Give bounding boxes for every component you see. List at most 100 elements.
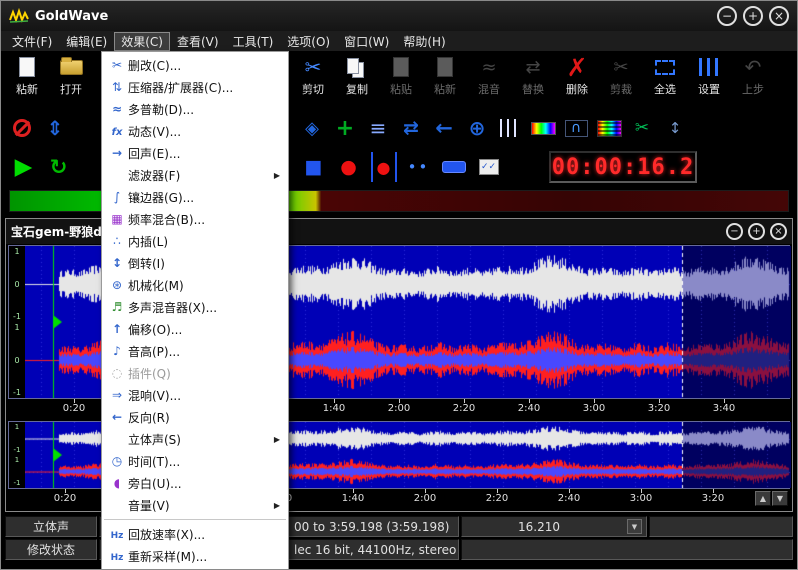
close-button[interactable]: × bbox=[769, 6, 789, 26]
axis-label: -1 bbox=[14, 446, 21, 454]
menu-item-compressor-expander[interactable]: 压缩器/扩展器(C)... bbox=[102, 76, 288, 98]
invert-icon bbox=[106, 256, 128, 270]
menu-item-doppler[interactable]: 多普勒(D)... bbox=[102, 98, 288, 120]
toolbar-button-select-all[interactable]: 全选 bbox=[643, 53, 687, 107]
timeline-label: 2:00 bbox=[388, 403, 410, 414]
menubar-item-options[interactable]: 选项(O) bbox=[280, 32, 337, 51]
timeline-label: 2:40 bbox=[558, 493, 580, 504]
axis-label: 1 bbox=[15, 456, 19, 464]
checklist-icon[interactable] bbox=[472, 152, 505, 182]
menubar-item-window[interactable]: 窗口(W) bbox=[337, 32, 396, 51]
toolbar-button-copy[interactable]: 复制 bbox=[335, 53, 379, 107]
timeline-label: 3:40 bbox=[713, 403, 735, 414]
toolbar-button-mix: 混音 bbox=[467, 53, 511, 107]
record-selection-icon[interactable] bbox=[367, 152, 400, 182]
trim-icon bbox=[613, 57, 628, 78]
menu-item-mechanize[interactable]: 机械化(M) bbox=[102, 274, 288, 296]
menu-item-dynamics[interactable]: 动态(V)... bbox=[102, 120, 288, 142]
add-effect-icon[interactable] bbox=[330, 114, 360, 142]
doc-minimize-button[interactable]: − bbox=[726, 223, 743, 240]
goldwave-logo-icon bbox=[9, 8, 29, 24]
menubar-item-tools[interactable]: 工具(T) bbox=[226, 32, 281, 51]
doc-maximize-button[interactable]: + bbox=[748, 223, 765, 240]
compressor-expander-icon bbox=[106, 80, 128, 94]
menu-item-interpolate[interactable]: 内插(L) bbox=[102, 230, 288, 252]
menu-item-reverse[interactable]: 反向(R) bbox=[102, 406, 288, 428]
expand-vertical-icon[interactable] bbox=[40, 114, 70, 142]
timeline-label: 1:40 bbox=[323, 403, 345, 414]
menu-item-flanger[interactable]: 镶边器(G)... bbox=[102, 186, 288, 208]
toolbar-button-paste-new[interactable]: 粘新 bbox=[5, 53, 49, 107]
axis-label: -1 bbox=[13, 388, 21, 397]
menu-item-pitch[interactable]: 音高(P)... bbox=[102, 340, 288, 362]
prohibit-icon[interactable] bbox=[7, 114, 37, 142]
menu-item-playback-rate[interactable]: 回放速率(X)... bbox=[102, 523, 288, 545]
minimize-button[interactable]: − bbox=[717, 6, 737, 26]
back-arrow-icon[interactable] bbox=[429, 114, 459, 142]
echo-icon bbox=[106, 146, 128, 160]
menu-item-time-warp[interactable]: 时间(T)... bbox=[102, 450, 288, 472]
move-icon[interactable] bbox=[462, 114, 492, 142]
pitch-bridge-icon[interactable] bbox=[561, 114, 591, 142]
mix-icon bbox=[481, 57, 496, 78]
doppler-icon bbox=[106, 102, 128, 116]
toolbar-button-settings[interactable]: 设置 bbox=[687, 53, 731, 107]
play-icon[interactable] bbox=[7, 152, 40, 182]
timeline-label: 0:20 bbox=[54, 493, 76, 504]
submenu-arrow-icon: ▶ bbox=[274, 501, 280, 510]
voice-over-icon bbox=[106, 476, 128, 490]
menu-item-volume[interactable]: 音量(V) ▶ bbox=[102, 494, 288, 516]
loop-play-icon[interactable] bbox=[42, 152, 75, 182]
gradient-icon[interactable] bbox=[528, 114, 558, 142]
menu-item-multichannel-mixer[interactable]: 多声混音器(X)... bbox=[102, 296, 288, 318]
toolbar-button-paste: 粘贴 bbox=[379, 53, 423, 107]
green-cut-icon[interactable] bbox=[627, 114, 657, 142]
paste-icon bbox=[393, 57, 409, 77]
menu-item-frequency-blend[interactable]: 频率混合(B)... bbox=[102, 208, 288, 230]
zoom-up-button[interactable]: ▲ bbox=[755, 491, 771, 506]
menubar-item-view[interactable]: 查看(V) bbox=[170, 32, 226, 51]
mini-arrows-icon[interactable] bbox=[660, 114, 690, 142]
menubar-item-edit[interactable]: 编辑(E) bbox=[59, 32, 114, 51]
flanger-icon bbox=[106, 190, 128, 204]
toolbar-button-delete[interactable]: 删除 bbox=[555, 53, 599, 107]
menu-item-echo[interactable]: 回声(E)... bbox=[102, 142, 288, 164]
menu-item-stereo[interactable]: 立体声(S) ▶ bbox=[102, 428, 288, 450]
menu-item-filter[interactable]: 滤波器(F) ▶ bbox=[102, 164, 288, 186]
menu-item-invert[interactable]: 倒转(I) bbox=[102, 252, 288, 274]
submenu-arrow-icon: ▶ bbox=[274, 435, 280, 444]
menubar-item-file[interactable]: 文件(F) bbox=[5, 32, 59, 51]
axis-label: -1 bbox=[13, 312, 21, 321]
record-icon[interactable] bbox=[332, 152, 365, 182]
swap-channels-icon[interactable] bbox=[396, 114, 426, 142]
progress-pill-icon[interactable] bbox=[437, 152, 470, 182]
timeline-label: 0:20 bbox=[63, 403, 85, 414]
maximize-button[interactable]: + bbox=[743, 6, 763, 26]
timeline-label: 3:00 bbox=[630, 493, 652, 504]
paste-new-icon bbox=[437, 57, 453, 77]
playlist-icon[interactable] bbox=[363, 114, 393, 142]
menu-item-resample[interactable]: 重新采样(M)... bbox=[102, 545, 288, 567]
compass-icon[interactable] bbox=[297, 114, 327, 142]
menu-item-offset[interactable]: 偏移(O)... bbox=[102, 318, 288, 340]
menu-item-cut-out[interactable]: 删改(C)... bbox=[102, 54, 288, 76]
time-display: 00:00:16.2 bbox=[549, 151, 697, 183]
menu-item-reverb[interactable]: 混响(V)... bbox=[102, 384, 288, 406]
menu-item-voice-over[interactable]: 旁白(U)... bbox=[102, 472, 288, 494]
pitch-icon bbox=[106, 344, 128, 358]
stop-icon[interactable] bbox=[297, 152, 330, 182]
document-title: 宝石gem-野狼d... bbox=[11, 223, 115, 240]
doc-close-button[interactable]: × bbox=[770, 223, 787, 240]
menubar-item-help[interactable]: 帮助(H) bbox=[396, 32, 452, 51]
mechanize-icon bbox=[106, 278, 128, 292]
axis-label: -1 bbox=[14, 479, 21, 487]
monitor-dots-icon[interactable] bbox=[402, 152, 435, 182]
toolbar-button-cut[interactable]: 剪切 bbox=[291, 53, 335, 107]
menubar-item-effects[interactable]: 效果(C) bbox=[114, 32, 170, 51]
toolbar-button-open[interactable]: 打开 bbox=[49, 53, 93, 107]
offset-icon bbox=[106, 322, 128, 336]
zoom-down-button[interactable]: ▼ bbox=[772, 491, 788, 506]
sliders-icon[interactable] bbox=[495, 114, 525, 142]
dropdown-arrow-icon[interactable] bbox=[627, 519, 642, 534]
spectrum-icon[interactable] bbox=[594, 114, 624, 142]
